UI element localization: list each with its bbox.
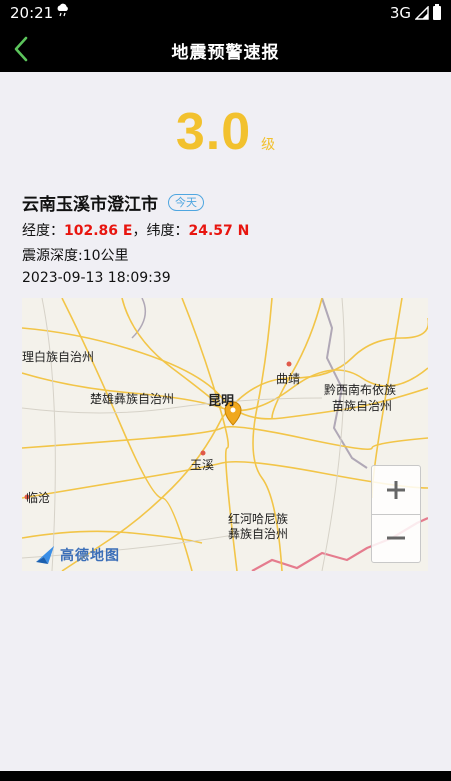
longitude-label: 经度： — [22, 223, 64, 239]
coordinates-line: 经度：102.86 E，纬度：24.57 N — [22, 220, 249, 240]
title-bar: 地震预警速报 — [0, 26, 451, 72]
latitude-label: ，纬度： — [132, 223, 189, 239]
zoom-control — [371, 465, 421, 563]
map-roads — [22, 298, 428, 571]
map-label-honghe-2: 彝族自治州 — [228, 527, 289, 541]
event-info: 云南玉溪市澄江市 今天 经度：102.86 E，纬度：24.57 N 震源深度:… — [22, 190, 249, 286]
location-name: 云南玉溪市澄江市 — [22, 195, 158, 215]
map-label-lincang: 临沧 — [26, 491, 51, 505]
status-indicators: 3G — [390, 4, 441, 22]
status-time: 20:21 — [10, 4, 54, 22]
bottom-bar — [0, 771, 451, 781]
epicenter-map[interactable]: 理白族自治州 楚雄彝族自治州 昆明 曲靖 黔西南布依族 苗族自治州 玉溪 临沧 … — [22, 298, 428, 571]
status-bar: 20:21 3G — [0, 0, 451, 26]
map-label-dali: 理白族自治州 — [22, 350, 95, 364]
map-label-qiannan-1: 黔西南布依族 — [324, 383, 397, 397]
map-label-kunming: 昆明 — [208, 394, 235, 409]
map-provider-text: 高德地图 — [60, 548, 120, 564]
minus-icon — [387, 536, 405, 540]
map-label-yuxi: 玉溪 — [190, 458, 215, 472]
plus-icon — [387, 481, 405, 499]
today-badge: 今天 — [168, 194, 204, 211]
network-type: 3G — [389, 4, 411, 22]
map-provider-logo: 高德地图 — [36, 545, 120, 565]
battery-icon — [433, 4, 441, 20]
signal-icon — [415, 6, 429, 20]
event-time: 2023-09-13 18:09:39 — [22, 270, 171, 286]
magnitude-unit: 级 — [261, 137, 276, 153]
amap-logo-icon — [36, 546, 54, 564]
location-row: 云南玉溪市澄江市 今天 — [22, 190, 249, 215]
cloud-rain-icon — [56, 3, 70, 21]
map-label-chuxiong: 楚雄彝族自治州 — [90, 392, 175, 406]
longitude-value: 102.86 E — [64, 223, 133, 239]
zoom-in-button[interactable] — [372, 466, 420, 515]
page-title: 地震预警速报 — [171, 43, 280, 63]
latitude-value: 24.57 N — [188, 223, 250, 239]
magnitude-display: 3.0 级 — [0, 102, 451, 162]
zoom-out-button[interactable] — [372, 514, 420, 562]
magnitude-value: 3.0 — [175, 103, 252, 161]
depth-line: 震源深度:10公里 — [22, 248, 129, 264]
map-label-qiannan-2: 苗族自治州 — [332, 399, 393, 413]
map-label-qujing: 曲靖 — [276, 372, 301, 386]
